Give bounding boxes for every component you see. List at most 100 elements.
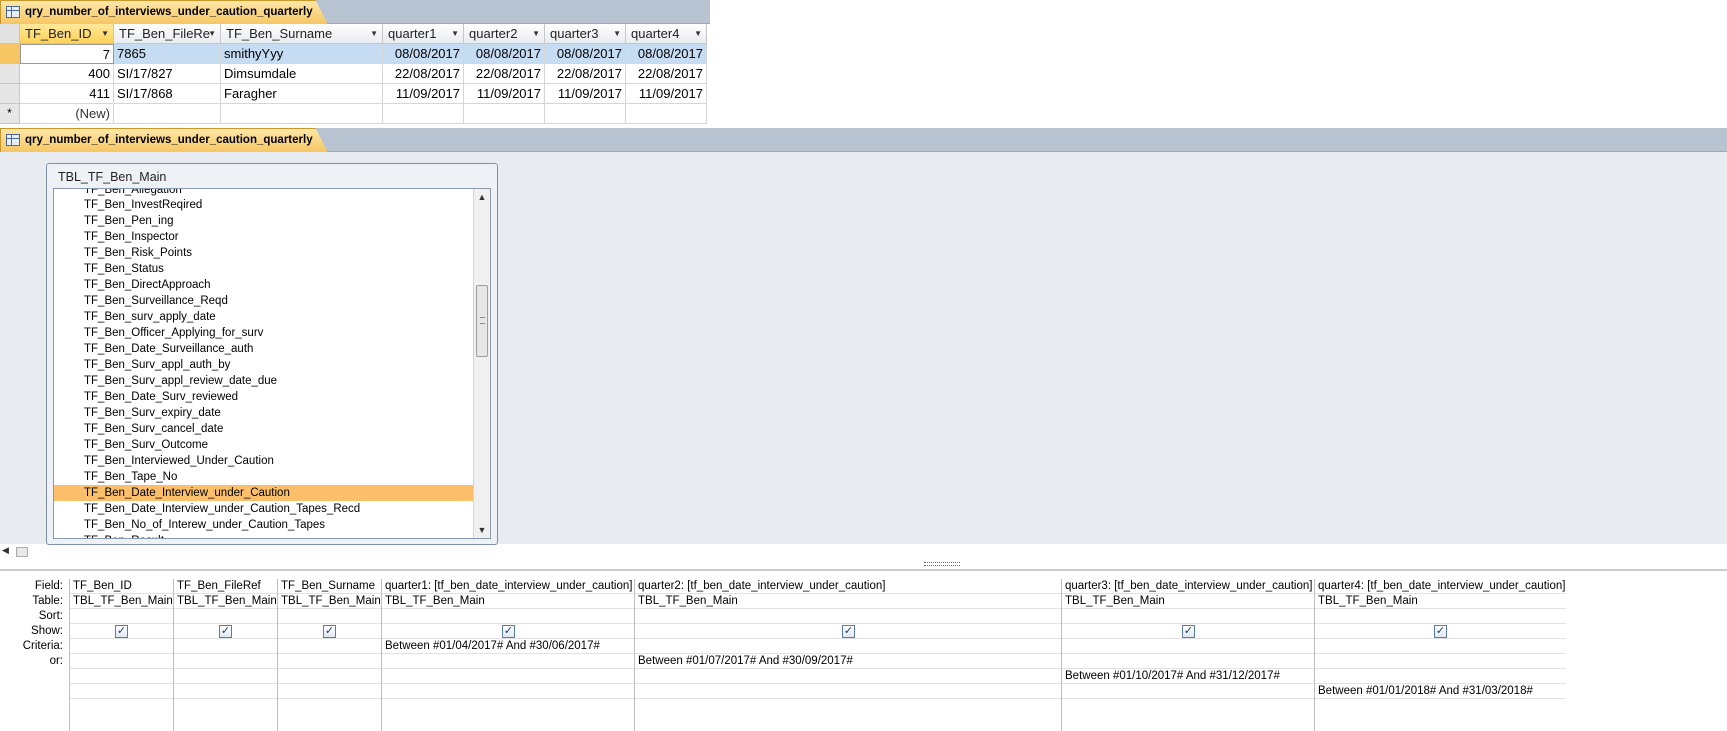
grid-criteria-cell[interactable] — [70, 639, 173, 654]
grid-sort-cell[interactable] — [635, 609, 1061, 624]
grid-or-cell[interactable] — [1315, 669, 1566, 684]
splitter-grip-icon[interactable] — [924, 562, 960, 566]
grid-show-cell[interactable]: ✓ — [174, 624, 277, 639]
field-list-item[interactable]: TF_Ben_Interviewed_Under_Caution — [54, 453, 490, 469]
table-cell[interactable]: smithyYyy — [221, 44, 383, 64]
grid-show-cell[interactable]: ✓ — [70, 624, 173, 639]
table-cell[interactable]: 7 — [20, 44, 114, 64]
table-cell[interactable]: 7865 — [114, 44, 221, 64]
grid-sort-cell[interactable] — [1315, 609, 1566, 624]
grid-or-cell[interactable]: Between #01/01/2018# And #31/03/2018# — [1315, 684, 1566, 699]
field-list-item[interactable]: TF_Ben_Inspector — [54, 229, 490, 245]
field-list-item[interactable]: TF_Ben_Surv_expiry_date — [54, 405, 490, 421]
grid-show-cell[interactable]: ✓ — [635, 624, 1061, 639]
grid-table-cell[interactable]: TBL_TF_Ben_Main — [174, 594, 277, 609]
column-header-tf-ben-surname[interactable]: TF_Ben_Surname ▼ — [221, 24, 383, 44]
grid-table-cell[interactable]: TBL_TF_Ben_Main — [382, 594, 634, 609]
grid-or-cell[interactable] — [382, 654, 634, 669]
grid-or-cell[interactable] — [1315, 654, 1566, 669]
table-cell[interactable]: 22/08/2017 — [626, 64, 707, 84]
grid-field-cell[interactable]: TF_Ben_Surname — [278, 579, 381, 594]
scrollbar-thumb[interactable] — [476, 285, 488, 357]
grid-sort-cell[interactable] — [382, 609, 634, 624]
grid-field-cell[interactable]: TF_Ben_ID — [70, 579, 173, 594]
grid-or-cell[interactable] — [174, 654, 277, 669]
grid-or-cell[interactable] — [70, 669, 173, 684]
table-row[interactable]: 400 SI/17/827 Dimsumdale 22/08/2017 22/0… — [0, 64, 708, 84]
field-list[interactable]: TF_Ben_Allegation TF_Ben_InvestReqired TF… — [53, 188, 491, 539]
field-list-item[interactable]: TF_Ben_Officer_Applying_for_surv — [54, 325, 490, 341]
dropdown-arrow-icon[interactable]: ▼ — [694, 24, 702, 43]
grid-or-cell[interactable] — [174, 684, 277, 699]
grid-sort-cell[interactable] — [278, 609, 381, 624]
table-cell[interactable]: 08/08/2017 — [545, 44, 626, 64]
grid-field-cell[interactable]: quarter2: [tf_ben_date_interview_under_c… — [635, 579, 1061, 594]
grid-criteria-cell[interactable] — [278, 639, 381, 654]
select-all-button[interactable] — [0, 24, 20, 44]
table-cell[interactable]: 400 — [20, 64, 114, 84]
show-checkbox[interactable]: ✓ — [1182, 625, 1195, 638]
table-cell[interactable]: SI/17/827 — [114, 64, 221, 84]
grid-or-cell[interactable] — [278, 684, 381, 699]
grid-field-cell[interactable]: TF_Ben_FileRef — [174, 579, 277, 594]
table-cell[interactable]: 11/09/2017 — [383, 84, 464, 104]
dropdown-arrow-icon[interactable]: ▼ — [370, 24, 378, 43]
grid-sort-cell[interactable] — [174, 609, 277, 624]
record-selector[interactable] — [0, 64, 20, 84]
record-selector[interactable] — [0, 44, 20, 64]
grid-or-cell[interactable]: Between #01/10/2017# And #31/12/2017# — [1062, 669, 1314, 684]
grid-table-cell[interactable]: TBL_TF_Ben_Main — [635, 594, 1061, 609]
field-list-item[interactable]: TF_Ben_Result — [54, 533, 490, 538]
grid-show-cell[interactable]: ✓ — [1062, 624, 1314, 639]
show-checkbox[interactable]: ✓ — [502, 625, 515, 638]
grid-or-cell[interactable]: Between #01/07/2017# And #30/09/2017# — [635, 654, 1061, 669]
field-list-item[interactable]: TF_Ben_DirectApproach — [54, 277, 490, 293]
field-list-item[interactable]: TF_Ben_Date_Surveillance_auth — [54, 341, 490, 357]
grid-or-cell[interactable] — [382, 684, 634, 699]
grid-show-cell[interactable]: ✓ — [278, 624, 381, 639]
grid-or-cell[interactable] — [174, 669, 277, 684]
grid-criteria-cell[interactable] — [635, 639, 1061, 654]
field-list-item[interactable]: TF_Ben_Date_Surv_reviewed — [54, 389, 490, 405]
field-list-window[interactable]: TBL_TF_Ben_Main TF_Ben_Allegation TF_Ben… — [46, 163, 498, 545]
grid-column[interactable]: quarter2: [tf_ben_date_interview_under_c… — [634, 579, 1061, 731]
grid-or-cell[interactable] — [1062, 684, 1314, 699]
show-checkbox[interactable]: ✓ — [323, 625, 336, 638]
field-list-item[interactable]: TF_Ben_Date_Interview_under_Caution_Tape… — [54, 501, 490, 517]
field-list-scrollbar[interactable]: ▲ ▼ — [473, 189, 490, 538]
table-cell[interactable]: Dimsumdale — [221, 64, 383, 84]
scroll-down-icon[interactable]: ▼ — [474, 522, 490, 538]
record-selector[interactable] — [0, 84, 20, 104]
column-header-quarter2[interactable]: quarter2 ▼ — [464, 24, 545, 44]
grid-or-cell[interactable] — [70, 684, 173, 699]
field-list-item[interactable]: TF_Ben_InvestReqired — [54, 197, 490, 213]
dropdown-arrow-icon[interactable]: ▼ — [451, 24, 459, 43]
table-cell[interactable] — [545, 104, 626, 124]
show-checkbox[interactable]: ✓ — [842, 625, 855, 638]
grid-criteria-cell[interactable] — [1062, 639, 1314, 654]
grid-criteria-cell[interactable] — [1315, 639, 1566, 654]
table-cell[interactable]: 411 — [20, 84, 114, 104]
grid-or-cell[interactable] — [1062, 654, 1314, 669]
grid-column[interactable]: quarter3: [tf_ben_date_interview_under_c… — [1061, 579, 1314, 731]
grid-or-cell[interactable] — [635, 684, 1061, 699]
dropdown-arrow-icon[interactable]: ▼ — [208, 24, 216, 43]
table-cell[interactable]: SI/17/868 — [114, 84, 221, 104]
field-list-item[interactable]: TF_Ben_Surv_Outcome — [54, 437, 490, 453]
scroll-left-icon[interactable]: ◀ — [2, 545, 9, 556]
field-list-item[interactable]: TF_Ben_Status — [54, 261, 490, 277]
dropdown-arrow-icon[interactable]: ▼ — [613, 24, 621, 43]
grid-field-cell[interactable]: quarter1: [tf_ben_date_interview_under_c… — [382, 579, 634, 594]
column-header-quarter1[interactable]: quarter1 ▼ — [383, 24, 464, 44]
field-list-item[interactable]: TF_Ben_Tape_No — [54, 469, 490, 485]
grid-or-cell[interactable] — [278, 669, 381, 684]
grid-table-cell[interactable]: TBL_TF_Ben_Main — [278, 594, 381, 609]
grid-or-cell[interactable] — [70, 654, 173, 669]
table-cell[interactable]: Faragher — [221, 84, 383, 104]
new-record-marker[interactable]: * — [0, 104, 20, 124]
dropdown-arrow-icon[interactable]: ▼ — [532, 24, 540, 43]
show-checkbox[interactable]: ✓ — [219, 625, 232, 638]
field-list-item[interactable]: TF_Ben_Date_Interview_under_Caution — [54, 485, 490, 501]
field-list-item[interactable]: TF_Ben_Surveillance_Reqd — [54, 293, 490, 309]
table-row[interactable]: 7 7865 smithyYyy 08/08/2017 08/08/2017 0… — [0, 44, 708, 64]
